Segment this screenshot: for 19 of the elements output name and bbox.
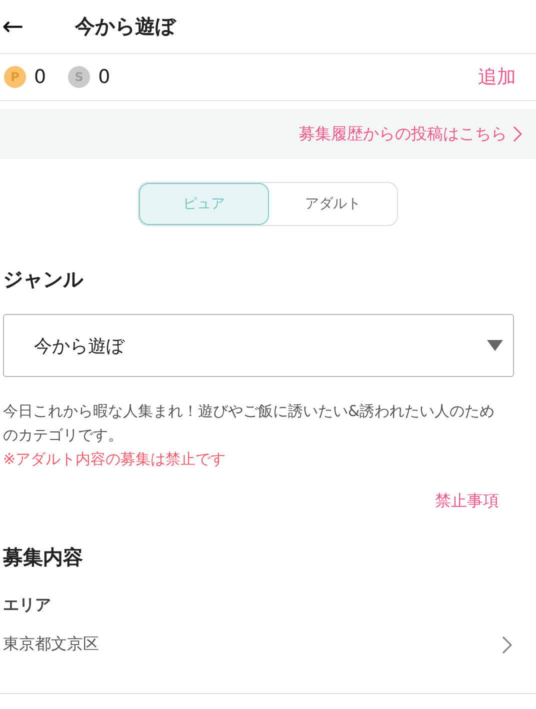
section-heading: ジャンル — [3, 266, 84, 293]
back-button[interactable]: ← — [0, 10, 75, 42]
page-title: 今から遊ぼ — [75, 13, 175, 40]
rules-link[interactable]: 禁止事項 — [435, 491, 499, 512]
tab[interactable]: アダルト — [269, 183, 397, 225]
section-heading: 募集内容 — [3, 544, 84, 571]
genre-description: 今日これから暇な人集まれ！遊びやご飯に誘いたい&誘われたい人のためのカテゴリです。 — [3, 401, 496, 446]
point-count: 0 — [98, 66, 110, 88]
field-label: エリア — [3, 595, 52, 616]
point-count: 0 — [34, 66, 46, 88]
chevron-icon — [513, 126, 522, 142]
history-link[interactable]: 募集履歴からの投稿はこちら — [299, 124, 507, 144]
area-value[interactable]: 東京都文京区 — [3, 634, 502, 655]
dropdown-icon — [487, 340, 503, 351]
chevron-icon — [502, 636, 512, 654]
genre-dropdown[interactable]: 今から遊ぼ — [3, 314, 514, 377]
add-button[interactable]: 追加 — [478, 64, 516, 90]
coin-icon: P — [4, 66, 26, 88]
warning-text: ※アダルト内容の募集は禁止です — [3, 449, 227, 470]
